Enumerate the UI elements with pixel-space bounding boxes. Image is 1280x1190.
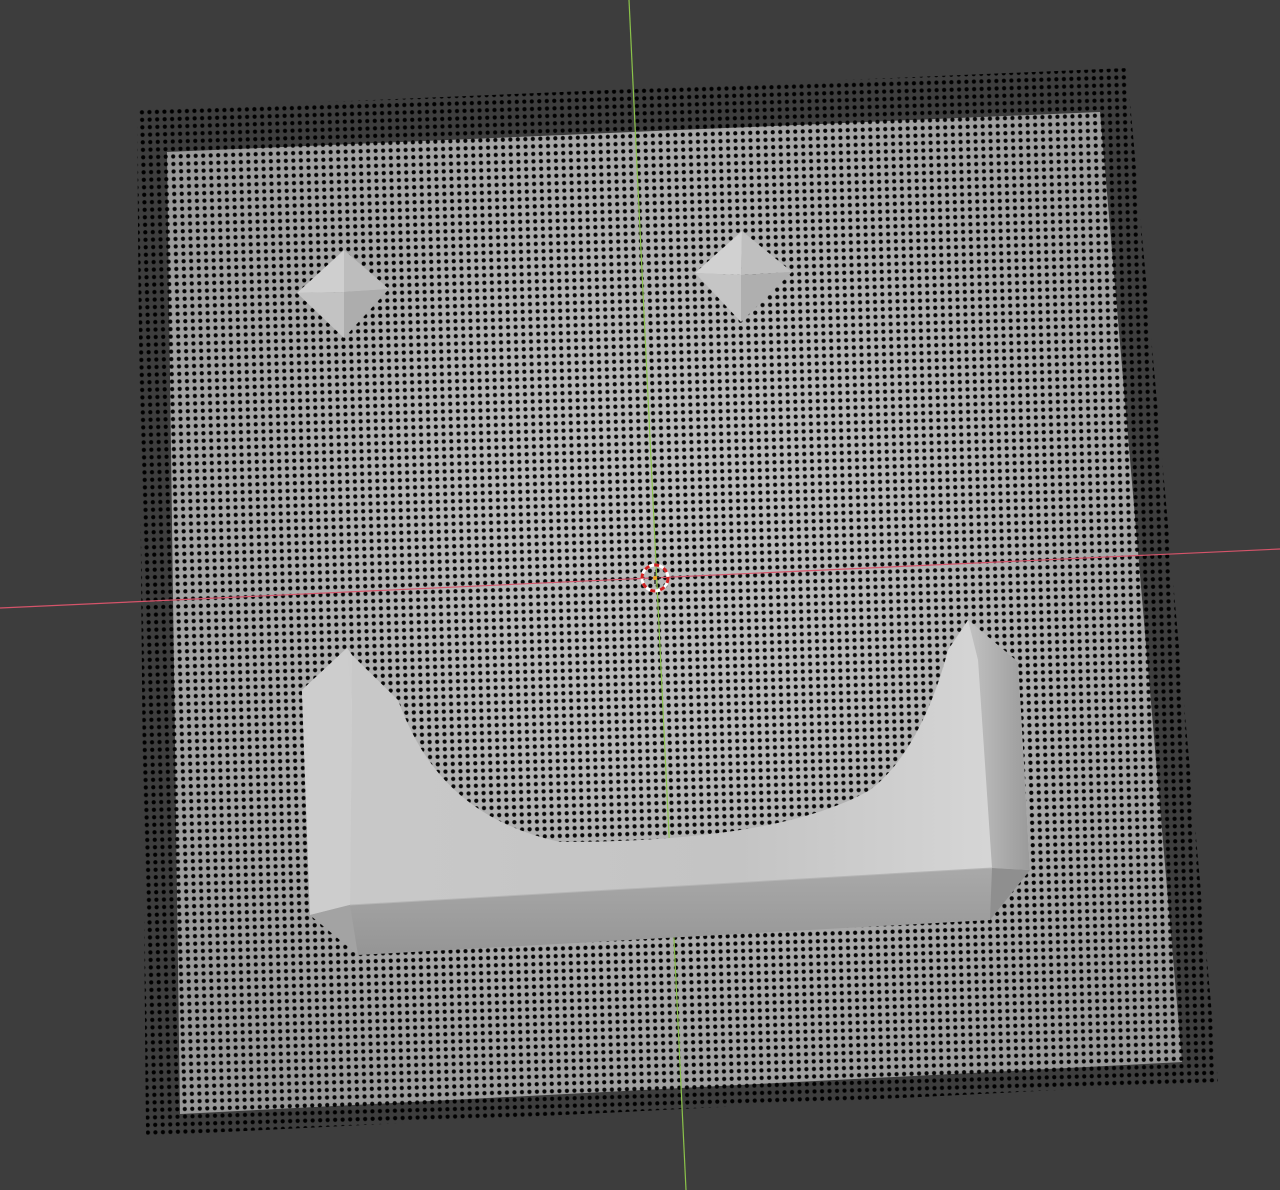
plane-shading	[167, 112, 1182, 1114]
viewport-scene[interactable]	[0, 0, 1280, 1190]
3d-viewport[interactable]	[0, 0, 1280, 1190]
